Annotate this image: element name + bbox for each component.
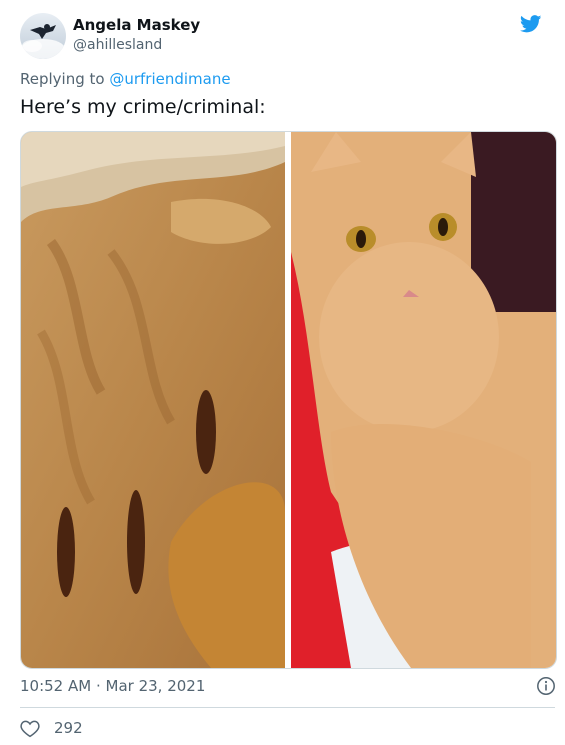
reply-mention-link[interactable]: @urfriendimane <box>109 70 230 88</box>
avatar[interactable] <box>20 13 66 59</box>
heart-icon <box>20 720 40 737</box>
divider <box>20 707 555 708</box>
tweet-header: Angela Maskey @ahillesland <box>20 13 545 59</box>
reply-prefix: Replying to <box>20 70 110 88</box>
tweet-timestamp[interactable]: 10:52 AM · Mar 23, 2021 <box>20 676 205 696</box>
reply-context: Replying to @urfriendimane <box>20 69 231 89</box>
peanut-butter-photo[interactable] <box>21 132 285 668</box>
like-count: 292 <box>54 719 83 737</box>
author-display-name[interactable]: Angela Maskey <box>73 15 200 35</box>
like-button[interactable]: 292 <box>20 716 83 740</box>
tweet-media[interactable] <box>20 131 557 669</box>
tweet-text: Here’s my crime/criminal: <box>20 96 266 118</box>
info-icon[interactable] <box>536 676 556 696</box>
twitter-bird-icon[interactable] <box>520 15 542 33</box>
author-handle[interactable]: @ahillesland <box>73 35 200 55</box>
cat-photo[interactable] <box>291 132 556 668</box>
